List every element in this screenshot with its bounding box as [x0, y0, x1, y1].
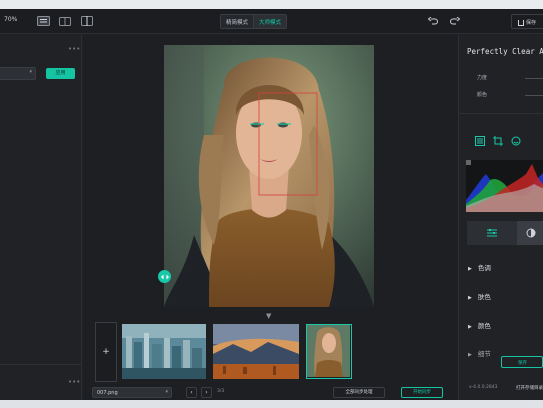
filmstrip: +	[95, 322, 450, 382]
expand-arrow-icon: ▶	[468, 324, 472, 330]
histogram	[466, 160, 543, 212]
section-skin-label: 肤色	[477, 293, 491, 301]
compare-view-icon[interactable]	[80, 14, 94, 28]
top-toolbar: 70% 精简模式 大师模式 保存	[0, 9, 543, 34]
panel-title: Perfectly Clear A	[467, 47, 543, 56]
expand-arrow-icon: ▶	[468, 352, 472, 358]
save-preset-button[interactable]: 保存	[501, 356, 543, 368]
color-slider[interactable]	[525, 95, 543, 96]
section-tone-label: 色调	[477, 264, 491, 272]
expand-arrow-icon: ▶	[468, 295, 472, 301]
window-top-edge	[0, 0, 543, 9]
file-select[interactable]: 007.png ▾	[92, 387, 172, 398]
strength-label: 力度	[477, 75, 488, 81]
version-label: v-4.0.0.2843	[469, 385, 498, 390]
start-sync-button[interactable]: 开始同步	[401, 387, 443, 398]
save-button-label: 保存	[526, 20, 537, 26]
window-bottom-edge	[0, 400, 543, 408]
tab-color[interactable]	[517, 221, 543, 245]
panel-tabs	[467, 221, 543, 245]
split-view-icon[interactable]	[58, 14, 72, 28]
sync-all-button[interactable]: 全部同步处理	[333, 387, 385, 398]
prev-image-button[interactable]: ‹	[186, 387, 197, 398]
divider	[0, 364, 82, 365]
apply-button[interactable]: 应用	[46, 68, 75, 79]
next-image-button[interactable]: ›	[201, 387, 212, 398]
tab-adjust[interactable]	[467, 221, 517, 245]
more-options-icon[interactable]: •••	[68, 45, 80, 53]
crop-icon[interactable]	[492, 135, 504, 147]
section-skin[interactable]: ▶ 肤色	[468, 291, 491, 301]
save-button[interactable]: 保存	[511, 14, 543, 29]
section-tone[interactable]: ▶ 色调	[468, 262, 491, 272]
thumbnail-mountain-sunset[interactable]	[213, 324, 299, 379]
single-view-icon[interactable]	[36, 14, 50, 28]
zoom-level[interactable]: 70%	[4, 16, 17, 23]
preset-select[interactable]: ▾	[0, 67, 36, 80]
main-canvas: ▼ + 007.png ▾ ‹ › 3/3 全部同步处理 开始同步	[83, 35, 458, 400]
chevron-down-icon: ▾	[165, 389, 168, 395]
mode-switch: 精简模式 大师模式	[220, 14, 288, 29]
face-detect-icon[interactable]	[510, 135, 522, 147]
add-image-button[interactable]: +	[95, 322, 117, 382]
left-panel: ••• ▾ 应用 •••	[0, 35, 82, 400]
divider	[459, 113, 543, 114]
section-detail[interactable]: ▶ 细节	[468, 348, 491, 358]
adjust-panel-icon[interactable]	[474, 135, 486, 147]
thumbnail-city-skyline[interactable]	[122, 324, 206, 379]
more-options-icon[interactable]: •••	[68, 378, 80, 386]
chevron-down-icon: ▾	[29, 69, 32, 75]
expand-arrow-icon: ▶	[468, 266, 472, 272]
file-name: 007.png	[97, 390, 118, 396]
open-folder-link[interactable]: 打开存储目录	[516, 385, 543, 391]
compare-slider-handle[interactable]	[158, 270, 171, 283]
redo-icon[interactable]	[448, 14, 462, 28]
main-photo[interactable]	[164, 45, 374, 307]
section-color-label: 颜色	[477, 322, 491, 330]
section-color[interactable]: ▶ 颜色	[468, 320, 491, 330]
section-detail-label: 细节	[477, 350, 491, 358]
page-indicator: 3/3	[217, 389, 225, 394]
master-mode-button[interactable]: 大师模式	[253, 15, 287, 28]
export-icon	[518, 19, 524, 26]
thumbnail-portrait-woman[interactable]	[306, 324, 352, 379]
simple-mode-button[interactable]: 精简模式	[221, 15, 254, 28]
undo-icon[interactable]	[426, 14, 440, 28]
strength-slider[interactable]	[525, 78, 543, 79]
right-panel: Perfectly Clear A 力度 颜色 ▶ 色调 ▶ 肤色 ▶ 颜色 ▶ 细节 …	[458, 35, 543, 400]
collapse-filmstrip-icon[interactable]: ▼	[266, 312, 271, 320]
canvas-footer: 007.png ▾ ‹ › 3/3 全部同步处理 开始同步	[83, 385, 458, 400]
color-label: 颜色	[477, 92, 488, 98]
